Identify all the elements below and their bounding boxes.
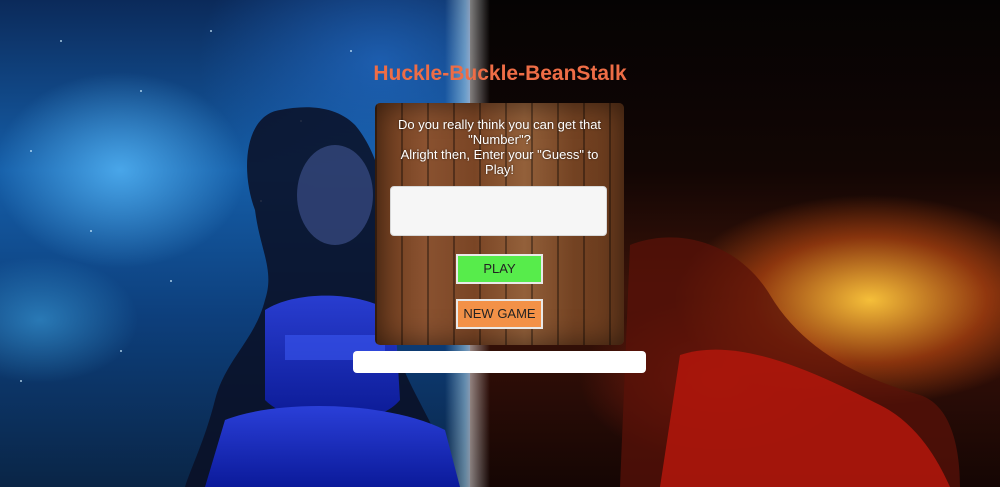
play-button[interactable]: PLAY [456,254,543,284]
result-message-bar [353,351,646,373]
game-title: Huckle-Buckle-BeanStalk [373,62,627,85]
game-background: Huckle-Buckle-BeanStalk Do you really th… [0,0,1000,487]
new-game-button[interactable]: NEW GAME [456,299,543,329]
game-prompt: Do you really think you can get that "Nu… [387,117,612,177]
guess-input[interactable] [390,186,607,236]
prompt-line-2: Alright then, Enter your "Guess" to Play… [400,147,599,177]
prompt-line-1: Do you really think you can get that "Nu… [397,117,602,147]
game-panel: Do you really think you can get that "Nu… [375,103,624,345]
figure-red-dress-image [620,237,960,487]
